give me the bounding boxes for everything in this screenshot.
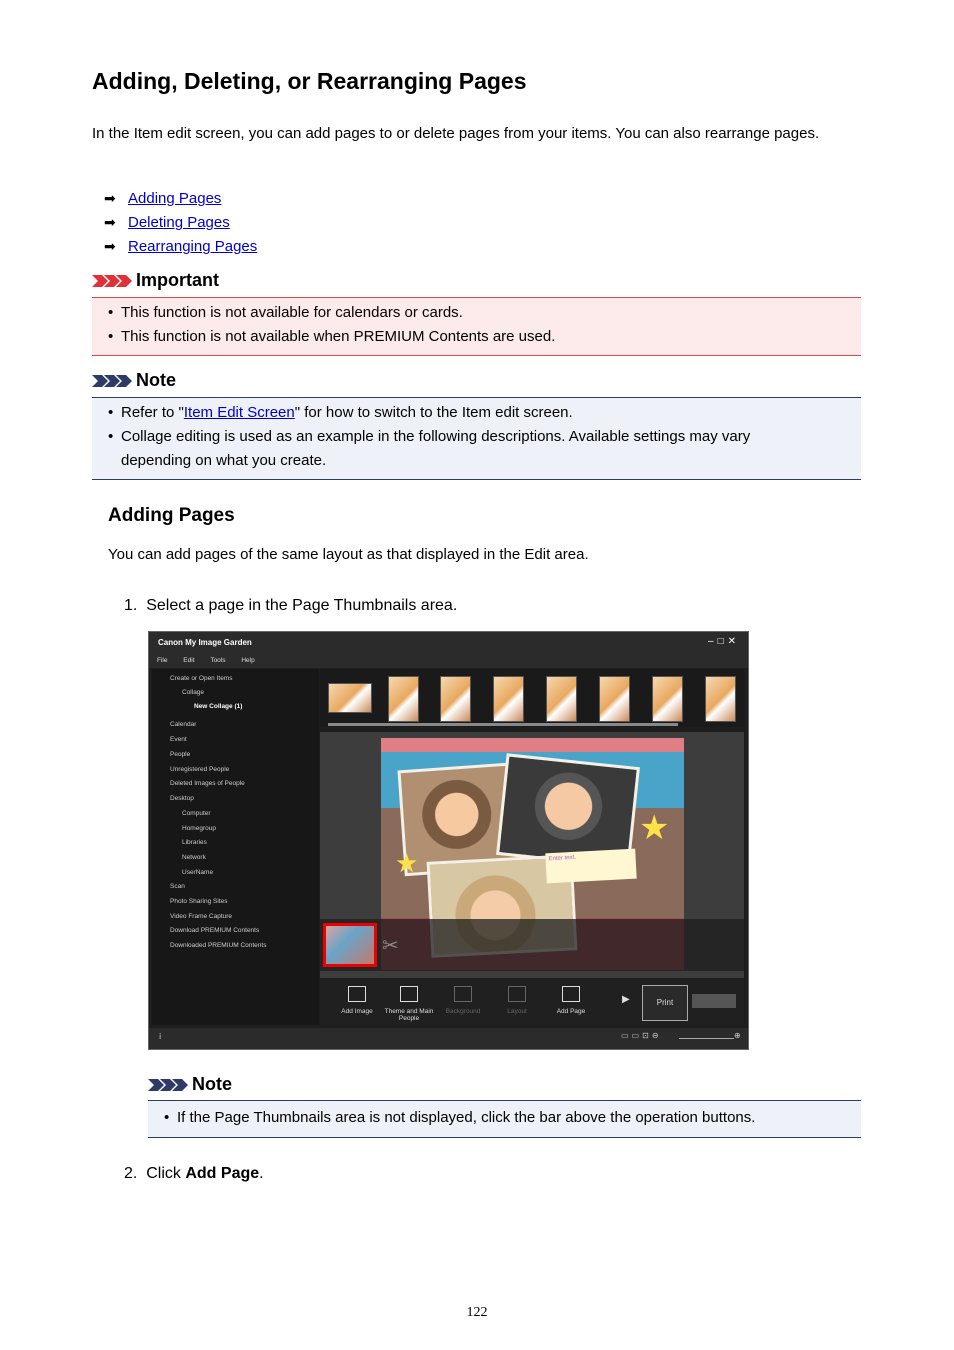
intro-text: In the Item edit screen, you can add pag… <box>92 125 820 142</box>
link-rearranging-pages[interactable]: Rearranging Pages <box>128 238 257 255</box>
app-screenshot: Canon My Image Garden –□✕ File Edit Tool… <box>148 631 749 1050</box>
tree-item[interactable]: Collage <box>182 689 204 696</box>
layout-button[interactable]: Layout <box>492 986 542 1015</box>
scissors-icon: ✂ <box>382 935 399 957</box>
arrow-right-icon: ➡ <box>104 238 116 254</box>
list-item: • If the Page Thumbnails area is not disp… <box>164 1109 756 1126</box>
tree-item[interactable]: Unregistered People <box>170 766 229 773</box>
background-button[interactable]: Background <box>438 986 488 1015</box>
menu-file[interactable]: File <box>157 657 167 664</box>
layout-icon <box>508 986 526 1002</box>
people-icon <box>400 986 418 1002</box>
list-item: • Collage editing is used as an example i… <box>108 428 751 469</box>
important-box: • This function is not available for cale… <box>92 297 861 356</box>
tree-item-selected[interactable]: New Collage (1) <box>194 703 242 710</box>
menu-help[interactable]: Help <box>241 657 254 664</box>
menu-edit[interactable]: Edit <box>183 657 194 664</box>
tree-item[interactable]: Computer <box>182 810 211 817</box>
status-bar: ⅰ ▭▭⊡⊖ ⊕ <box>149 1028 748 1049</box>
tree-item[interactable]: Homegroup <box>182 825 216 832</box>
step-2: 2. Click Add Page. <box>124 1165 264 1182</box>
note-heading: Note <box>92 370 176 391</box>
page-thumbnails-area: ✂ <box>320 919 744 971</box>
page-thumbnail[interactable] <box>599 676 630 722</box>
tree-item[interactable]: Photo Sharing Sites <box>170 898 227 905</box>
menu-tools[interactable]: Tools <box>210 657 225 664</box>
thumbnail-scrollbar[interactable] <box>328 723 678 726</box>
tree-item[interactable]: Deleted Images of People <box>170 780 245 787</box>
page-title: Adding, Deleting, or Rearranging Pages <box>92 68 527 94</box>
page-thumbnail[interactable] <box>328 683 372 713</box>
page-thumbnail[interactable] <box>652 676 683 722</box>
link-item-edit-screen[interactable]: Item Edit Screen <box>184 404 295 421</box>
tree-item[interactable]: Event <box>170 736 187 743</box>
section-heading: Adding Pages <box>108 505 235 526</box>
page-thumbnail[interactable] <box>705 676 736 722</box>
window-controls-icon[interactable]: –□✕ <box>708 636 740 647</box>
menu-bar: File Edit Tools Help <box>149 654 748 668</box>
chevron-right-icon[interactable]: ▶ <box>622 994 630 1005</box>
app-title: Canon My Image Garden <box>158 638 252 647</box>
zoom-slider[interactable] <box>679 1038 734 1039</box>
note-box: • Refer to "Item Edit Screen" for how to … <box>92 397 861 480</box>
theme-main-people-button[interactable]: Theme and Main People <box>384 986 434 1022</box>
page-thumbnail[interactable] <box>546 676 577 722</box>
step-1: 1. Select a page in the Page Thumbnails … <box>124 597 458 614</box>
important-heading: Important <box>92 270 219 291</box>
tree-item[interactable]: Network <box>182 854 206 861</box>
tree-item[interactable]: Calendar <box>170 721 196 728</box>
page-thumbnails-strip <box>320 669 744 727</box>
list-item: • Refer to "Item Edit Screen" for how to … <box>108 404 573 421</box>
important-chevrons-icon <box>92 275 132 288</box>
tree-item[interactable]: Create or Open Items <box>170 675 233 682</box>
link-row-rearranging: ➡ Rearranging Pages <box>104 234 257 258</box>
note-box: • If the Page Thumbnails area is not disp… <box>148 1100 861 1138</box>
link-deleting-pages[interactable]: Deleting Pages <box>128 214 230 231</box>
star-icon: ★ <box>395 848 419 878</box>
page-thumbnail[interactable] <box>440 676 471 722</box>
arrow-right-icon: ➡ <box>104 214 116 230</box>
tree-item[interactable]: Libraries <box>182 839 207 846</box>
note-chevrons-icon <box>92 375 132 388</box>
info-icon[interactable]: ⅰ <box>159 1032 161 1041</box>
section-description: You can add pages of the same layout as … <box>108 546 589 563</box>
nav-arrows-icon[interactable] <box>692 994 736 1008</box>
tree-item[interactable]: Download PREMIUM Contents <box>170 927 259 934</box>
star-icon: ★ <box>639 809 670 847</box>
view-controls-icon[interactable]: ▭▭⊡⊖ <box>621 1031 662 1040</box>
text-placeholder[interactable]: Enter text. <box>545 848 637 884</box>
tree-item[interactable]: People <box>170 751 190 758</box>
tree-item[interactable]: Downloaded PREMIUM Contents <box>170 942 266 949</box>
page-thumbnail[interactable] <box>388 676 419 722</box>
list-item: • This function is not available when PRE… <box>108 328 556 345</box>
link-row-deleting: ➡ Deleting Pages <box>104 210 230 234</box>
tree-item[interactable]: Video Frame Capture <box>170 913 232 920</box>
arrow-right-icon: ➡ <box>104 190 116 206</box>
tree-item[interactable]: Scan <box>170 883 185 890</box>
operation-buttons: Add Image Theme and Main People Backgrou… <box>320 980 744 1026</box>
link-adding-pages[interactable]: Adding Pages <box>128 190 221 207</box>
note-heading: Note <box>148 1074 232 1095</box>
navigation-tree: Create or Open Items Collage New Collage… <box>152 669 319 1025</box>
print-button[interactable]: Print <box>642 985 688 1021</box>
tree-item[interactable]: UserName <box>182 869 213 876</box>
list-item: • This function is not available for cale… <box>108 304 463 321</box>
tree-item[interactable]: Desktop <box>170 795 194 802</box>
note-chevrons-icon <box>148 1079 188 1092</box>
zoom-in-icon[interactable]: ⊕ <box>734 1031 741 1040</box>
background-icon <box>454 986 472 1002</box>
page-number: 122 <box>466 1305 488 1320</box>
add-page-button[interactable]: Add Page <box>546 986 596 1015</box>
link-row-adding: ➡ Adding Pages <box>104 186 221 210</box>
add-page-icon <box>562 986 580 1002</box>
add-image-button[interactable]: Add Image <box>332 986 382 1015</box>
app-titlebar: Canon My Image Garden –□✕ <box>149 632 748 654</box>
add-image-icon <box>348 986 366 1002</box>
selected-page-thumbnail[interactable] <box>323 923 377 967</box>
page-thumbnail[interactable] <box>493 676 524 722</box>
